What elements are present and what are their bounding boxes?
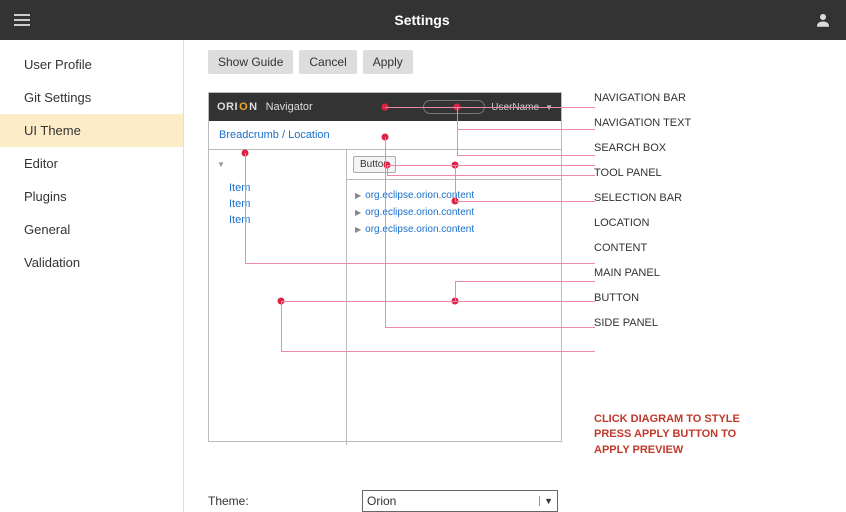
callout-navigation-text: NAVIGATION TEXT	[594, 117, 740, 131]
callout-main-panel: MAIN PANEL	[594, 267, 740, 281]
theme-select[interactable]: Orion ▼	[362, 490, 558, 512]
callout-selection-bar: SELECTION BAR	[594, 192, 740, 206]
callout-navigation-bar: NAVIGATION BAR	[594, 92, 740, 106]
sidebar-item-git-settings[interactable]: Git Settings	[0, 81, 183, 114]
instructions-text: CLICK DIAGRAM TO STYLE PRESS APPLY BUTTO…	[594, 412, 740, 458]
theme-label: Theme:	[208, 494, 362, 508]
user-icon[interactable]	[814, 11, 832, 29]
triangle-right-icon: ▶	[355, 225, 361, 234]
callout-search-box: SEARCH BOX	[594, 142, 740, 156]
orion-logo: ORION	[217, 101, 258, 113]
callout-side-panel: SIDE PANEL	[594, 317, 740, 331]
triangle-right-icon: ▶	[355, 208, 361, 217]
sidebar-item-ui-theme[interactable]: UI Theme	[0, 114, 183, 147]
theme-selected-value: Orion	[367, 494, 396, 508]
sidebar-item-user-profile[interactable]: User Profile	[0, 48, 183, 81]
theme-selector-row: Theme: Orion ▼	[208, 490, 822, 512]
main-panel: Show Guide Cancel Apply ORION Navigator …	[184, 40, 846, 512]
callout-button: BUTTON	[594, 292, 740, 306]
sidebar-item-validation[interactable]: Validation	[0, 246, 183, 279]
callout-labels: NAVIGATION BAR NAVIGATION TEXT SEARCH BO…	[594, 92, 740, 458]
chevron-down-icon: ▼	[539, 496, 553, 506]
sidebar-item-general[interactable]: General	[0, 213, 183, 246]
settings-sidebar: User Profile Git Settings UI Theme Edito…	[0, 40, 184, 512]
theme-preview-diagram[interactable]: ORION Navigator UserName ▼ Breadcrumb / …	[208, 92, 562, 442]
preview-side-panel[interactable]: ▼ Item Item Item	[209, 149, 347, 445]
preview-navigation-text[interactable]: Navigator	[266, 101, 313, 113]
callout-location: LOCATION	[594, 217, 740, 231]
show-guide-button[interactable]: Show Guide	[208, 50, 293, 74]
page-title: Settings	[30, 12, 814, 28]
top-bar: Settings	[0, 0, 846, 40]
menu-icon[interactable]	[14, 14, 30, 26]
button-row: Show Guide Cancel Apply	[208, 50, 822, 74]
chevron-down-icon: ▼	[217, 160, 225, 169]
sidebar-item-editor[interactable]: Editor	[0, 147, 183, 180]
apply-button[interactable]: Apply	[363, 50, 413, 74]
callout-content: CONTENT	[594, 242, 740, 256]
triangle-right-icon: ▶	[355, 191, 361, 200]
preview-content[interactable]: ▶org.eclipse.orion.content ▶org.eclipse.…	[347, 180, 561, 251]
callout-tool-panel: TOOL PANEL	[594, 167, 740, 181]
sidebar-item-plugins[interactable]: Plugins	[0, 180, 183, 213]
cancel-button[interactable]: Cancel	[299, 50, 356, 74]
